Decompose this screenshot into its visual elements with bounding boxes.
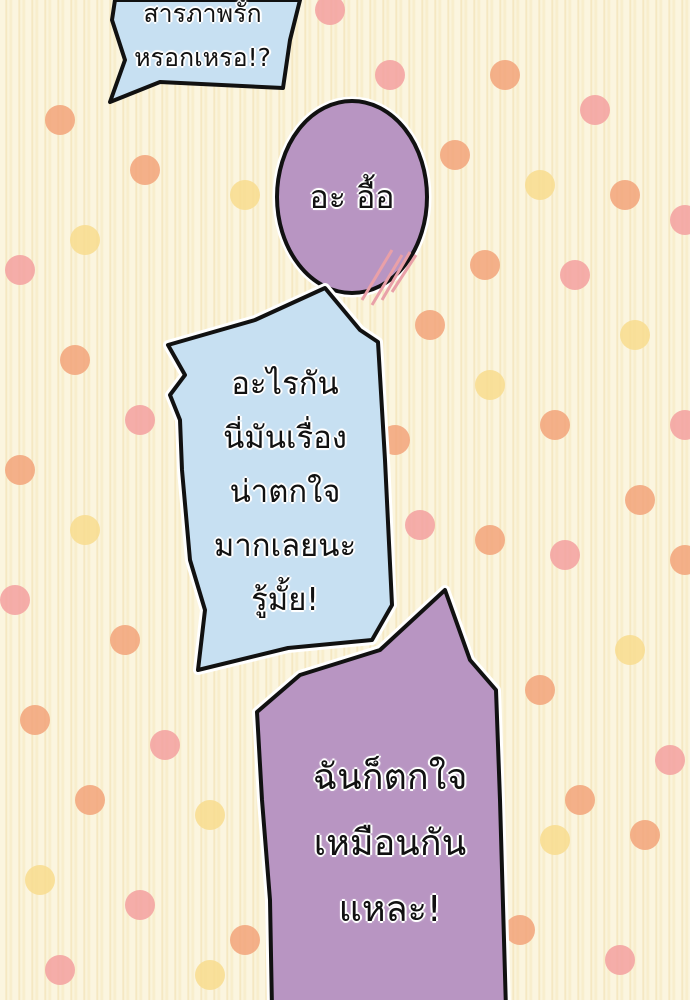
bubble-line: ฉันก็ตกใจ xyxy=(312,757,468,798)
bubble-line: อะไรกัน xyxy=(231,366,339,402)
bubble-text-oval: อะ อื้อ xyxy=(282,175,422,219)
bubble-line: เหมือนกัน xyxy=(313,823,467,864)
bubble-line: มากเลยนะ xyxy=(213,528,357,564)
bubble-line: หรอกเหรอ!? xyxy=(134,43,271,72)
bubble-line: อะ อื้อ xyxy=(309,178,395,216)
bubble-line: น่าตกใจ xyxy=(229,474,341,510)
bubble-text-middle: อะไรกัน นี่มันเรื่อง น่าตกใจ มากเลยนะ รู… xyxy=(195,357,375,627)
bubble-text-top: สารภาพรัก หรอกเหรอ!? xyxy=(115,0,290,80)
bubble-text-bottom: ฉันก็ตกใจ เหมือนกัน แหละ! xyxy=(285,745,495,943)
bubble-line: สารภาพรัก xyxy=(143,0,262,28)
bubble-line: นี่มันเรื่อง xyxy=(223,420,347,456)
bubble-line: แหละ! xyxy=(338,889,442,930)
bubble-line: รู้มั้ย! xyxy=(251,582,319,618)
